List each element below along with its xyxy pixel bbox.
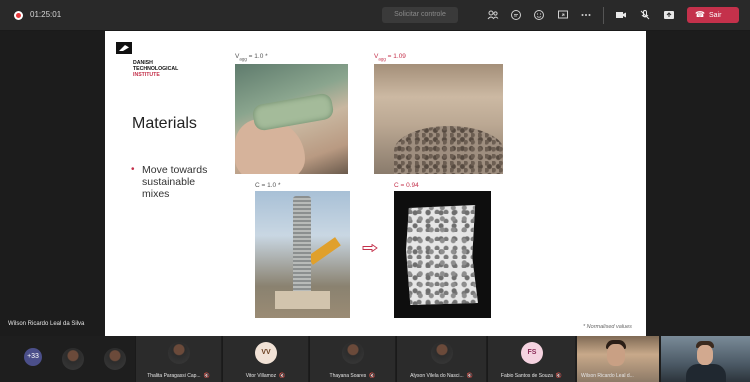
printed-column-image <box>255 191 350 318</box>
mic-off-icon: 🔇 <box>466 373 473 379</box>
leave-label: Sair <box>708 12 722 19</box>
stone-shape <box>251 92 335 132</box>
participant-name-text: Thayana Soares <box>329 373 367 379</box>
caption1-suffix: = 1.0 * <box>246 53 268 60</box>
participant-avatar <box>342 342 364 364</box>
bullet-dot-icon: • <box>131 164 135 175</box>
body-shape <box>686 364 726 382</box>
base-shape <box>275 291 330 309</box>
caption1-sub: agg <box>239 56 247 62</box>
participant-tile[interactable]: VV Vitor Villamoz 🔇 <box>222 336 308 382</box>
column-shape <box>293 196 311 296</box>
mic-off-icon[interactable] <box>638 9 651 22</box>
participant-name: Fabio Santos de Souza 🔇 <box>488 373 575 379</box>
logo-line-3: INSTITUTE <box>133 72 160 78</box>
participant-tile[interactable]: Thalita Paragassi Cap... 🔇 <box>135 336 221 382</box>
face-shape <box>607 344 625 366</box>
participant-name-text: Alyson Vilela do Nasci... <box>410 373 464 379</box>
caption-aggregate-1: Vagg = 1.0 * <box>235 53 268 61</box>
caption2-sub: agg <box>378 56 386 62</box>
participant-name: Thalita Paragassi Cap... 🔇 <box>136 373 221 379</box>
chat-icon[interactable] <box>509 9 522 22</box>
participant-name: Vitor Villamoz 🔇 <box>223 373 308 379</box>
request-control-button[interactable]: Solicitar controle <box>382 7 458 23</box>
recording-icon <box>14 11 23 20</box>
aggregate-sample-image <box>235 64 348 174</box>
meeting-timer: 01:25:01 <box>30 10 62 19</box>
participant-name-text: Thalita Paragassi Cap... <box>147 373 201 379</box>
more-participants-button[interactable]: +33 <box>24 348 42 366</box>
participant-avatar[interactable] <box>104 348 126 370</box>
arrow-right-icon <box>362 244 378 252</box>
presentation-slide: DANISH TECHNOLOGICAL INSTITUTE Materials… <box>105 31 646 336</box>
share-icon[interactable] <box>556 9 569 22</box>
shared-content-stage: DANISH TECHNOLOGICAL INSTITUTE Materials… <box>0 31 750 336</box>
teams-meeting-window: 01:25:01 Solicitar controle ☎ Sair DANIS… <box>0 0 750 382</box>
slab-shape <box>406 205 478 305</box>
participant-name: Thayana Soares 🔇 <box>310 373 395 379</box>
concrete-section-image <box>394 191 491 318</box>
institute-logo-icon <box>116 42 132 54</box>
participant-name-text: Vitor Villamoz <box>245 373 277 379</box>
participant-tile[interactable]: FS Fabio Santos de Souza 🔇 <box>487 336 575 382</box>
robot-arm-shape <box>307 237 341 265</box>
caption2-suffix: = 1.09 <box>385 53 406 60</box>
toolbar-divider <box>603 7 604 24</box>
mic-off-icon: 🔇 <box>203 373 210 379</box>
mic-off-icon: 🔇 <box>279 373 286 379</box>
gravel-shape <box>394 126 503 174</box>
participant-tile[interactable]: Thayana Soares 🔇 <box>309 336 395 382</box>
mic-off-icon: 🔇 <box>555 373 563 379</box>
participant-tile[interactable]: Alyson Vilela do Nasci... 🔇 <box>396 336 486 382</box>
caption-cement-2: C = 0.94 <box>394 182 419 189</box>
reactions-icon[interactable] <box>532 9 545 22</box>
slide-title: Materials <box>132 115 197 132</box>
participant-name: Wilson Ricardo Leal d... <box>581 373 634 379</box>
participant-avatar: VV <box>255 342 277 364</box>
caption-aggregate-2: Vagg = 1.09 <box>374 53 406 61</box>
participant-video-tile[interactable]: Wilson Ricardo Leal d... <box>577 336 659 382</box>
caption-cement-1: C = 1.0 * <box>255 182 281 189</box>
people-icon[interactable] <box>486 9 499 22</box>
mic-off-icon: 🔇 <box>369 373 376 379</box>
more-icon[interactable] <box>579 9 592 22</box>
gravel-pile-image <box>374 64 503 174</box>
participant-name-text: Fabio Santos de Souza <box>500 373 553 379</box>
phone-icon: ☎ <box>695 10 705 19</box>
camera-icon[interactable] <box>614 9 627 22</box>
meeting-toolbar: 01:25:01 Solicitar controle ☎ Sair <box>0 0 750 31</box>
participant-name: Alyson Vilela do Nasci... 🔇 <box>397 373 486 379</box>
bullet-item: • Move towards sustainable mixes <box>131 164 221 200</box>
institute-logo-text: DANISH TECHNOLOGICAL INSTITUTE <box>133 60 178 78</box>
participant-avatar[interactable] <box>62 348 84 370</box>
participant-avatar <box>168 342 190 364</box>
presenter-name: Wilson Ricardo Leal da Silva <box>8 321 85 327</box>
participant-avatar <box>431 342 453 364</box>
leave-button[interactable]: ☎ Sair <box>687 7 739 23</box>
bullet-text: Move towards sustainable mixes <box>142 164 208 200</box>
participants-strip: +33 Thalita Paragassi Cap... 🔇 VV Vitor V… <box>0 336 750 382</box>
participant-avatar: FS <box>521 342 543 364</box>
face-shape <box>697 345 713 365</box>
share-screen-icon[interactable] <box>662 9 675 22</box>
normalised-note: * Normalised values <box>583 324 632 330</box>
self-video-tile[interactable] <box>661 336 750 382</box>
